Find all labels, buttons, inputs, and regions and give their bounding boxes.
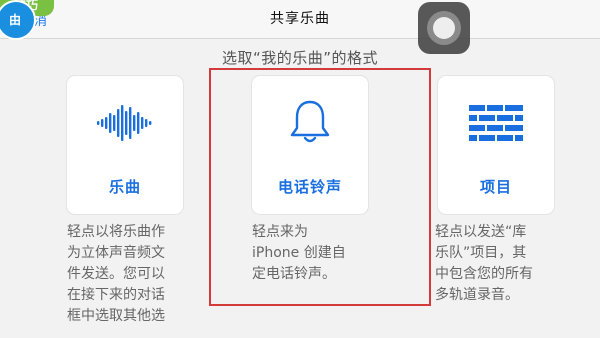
option-song-description: 轻点以将乐曲作 为立体声音频文 件发送。您可以 在接下来的对话 框中选取其他选 xyxy=(67,224,165,324)
option-song-label: 乐曲 xyxy=(108,178,141,196)
page-title: 共享乐曲 xyxy=(270,11,330,27)
option-project-card[interactable]: 项目 xyxy=(438,76,554,214)
top-bar: 共享乐曲 消 xyxy=(0,0,600,39)
option-song-card[interactable]: 乐曲 xyxy=(67,76,183,214)
format-prompt: 选取“我的乐曲”的格式 xyxy=(221,49,379,67)
assistive-touch-ring-icon xyxy=(427,11,461,45)
bricks-icon xyxy=(438,98,554,148)
corner-logo-label: 由 xyxy=(9,13,22,27)
waveform-icon xyxy=(67,98,183,148)
option-project-label: 项目 xyxy=(479,178,512,196)
option-project-description: 轻点以发送“库 乐队”项目，其 中包含您的所有 多轨道录音。 xyxy=(435,224,533,303)
highlight-box xyxy=(209,68,431,306)
